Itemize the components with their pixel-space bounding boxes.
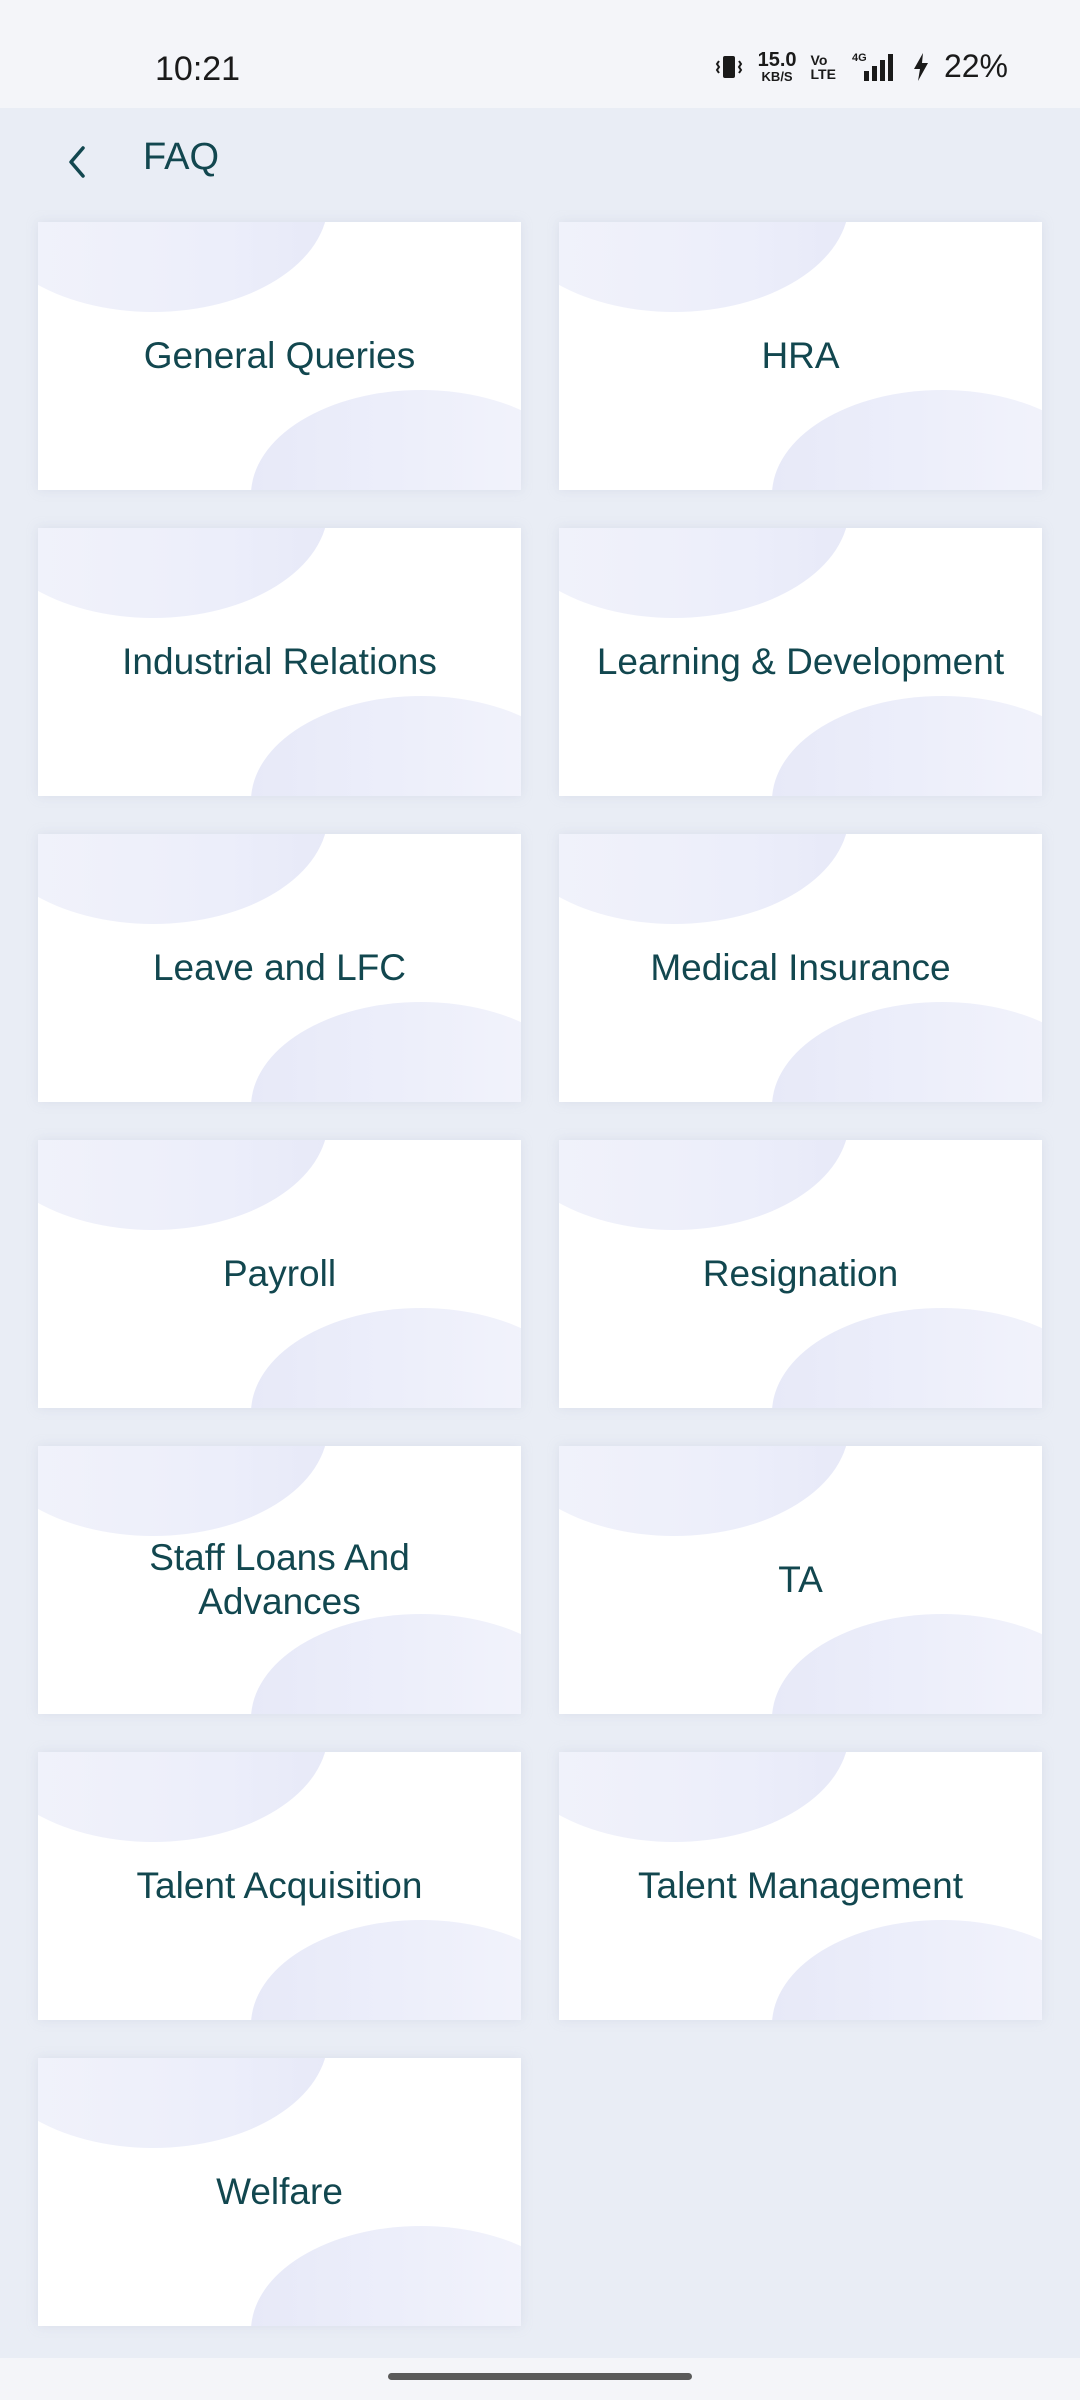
faq-card-label: Resignation <box>702 1252 899 1294</box>
battery-percent: 22% <box>943 48 1008 84</box>
faq-card-industrial-relations[interactable]: Industrial Relations <box>38 528 521 796</box>
faq-card-label: Learning & Development <box>596 640 1005 682</box>
signal-icon: 4G <box>850 51 898 83</box>
app-header: FAQ <box>0 108 1080 220</box>
faq-card-label: Industrial Relations <box>122 640 437 682</box>
vibrate-icon <box>714 52 744 82</box>
faq-card-label: Leave and LFC <box>152 946 406 988</box>
faq-card-label: Talent Management <box>638 1864 963 1906</box>
faq-card-resignation[interactable]: Resignation <box>559 1140 1042 1408</box>
charging-icon <box>912 52 930 82</box>
faq-card-talent-acquisition[interactable]: Talent Acquisition <box>38 1752 521 2020</box>
volte-indicator: Vo LTE <box>811 53 836 81</box>
faq-card-label: Welfare <box>216 2170 343 2212</box>
faq-category-grid: General Queries HRA Industrial Relations… <box>38 222 1042 2326</box>
back-button[interactable] <box>48 134 108 194</box>
faq-card-general-queries[interactable]: General Queries <box>38 222 521 490</box>
faq-card-payroll[interactable]: Payroll <box>38 1140 521 1408</box>
faq-card-medical-insurance[interactable]: Medical Insurance <box>559 834 1042 1102</box>
faq-card-talent-management[interactable]: Talent Management <box>559 1752 1042 2020</box>
faq-card-hra[interactable]: HRA <box>559 222 1042 490</box>
faq-card-label: Medical Insurance <box>650 946 951 988</box>
faq-card-leave-and-lfc[interactable]: Leave and LFC <box>38 834 521 1102</box>
network-speed-value: 15.0 <box>757 49 797 71</box>
network-speed: 15.0 KB/S <box>758 50 797 83</box>
faq-card-label: General Queries <box>143 334 416 376</box>
faq-card-label: Payroll <box>222 1252 337 1294</box>
faq-card-staff-loans-and-advances[interactable]: Staff Loans And Advances <box>38 1446 521 1714</box>
volte-top: Vo <box>810 51 828 68</box>
faq-card-label: HRA <box>761 334 840 376</box>
status-bar: 10:21 15.0 KB/S Vo LTE 4G 22% <box>0 0 1080 108</box>
faq-card-ta[interactable]: TA <box>559 1446 1042 1714</box>
page-title: FAQ <box>143 136 220 178</box>
faq-card-welfare[interactable]: Welfare <box>38 2058 521 2326</box>
status-icons: 15.0 KB/S Vo LTE 4G 22% <box>714 48 1008 85</box>
status-time: 10:21 <box>155 50 241 88</box>
faq-card-learning-development[interactable]: Learning & Development <box>559 528 1042 796</box>
network-type-label: 4G <box>852 52 867 64</box>
network-speed-unit: KB/S <box>761 69 793 84</box>
faq-card-label: TA <box>778 1558 823 1600</box>
faq-card-label: Staff Loans And Advances <box>149 1536 410 1622</box>
chevron-left-icon <box>63 142 93 187</box>
home-indicator[interactable] <box>388 2373 692 2380</box>
faq-card-label: Talent Acquisition <box>136 1864 423 1906</box>
volte-bottom: LTE <box>810 65 836 82</box>
